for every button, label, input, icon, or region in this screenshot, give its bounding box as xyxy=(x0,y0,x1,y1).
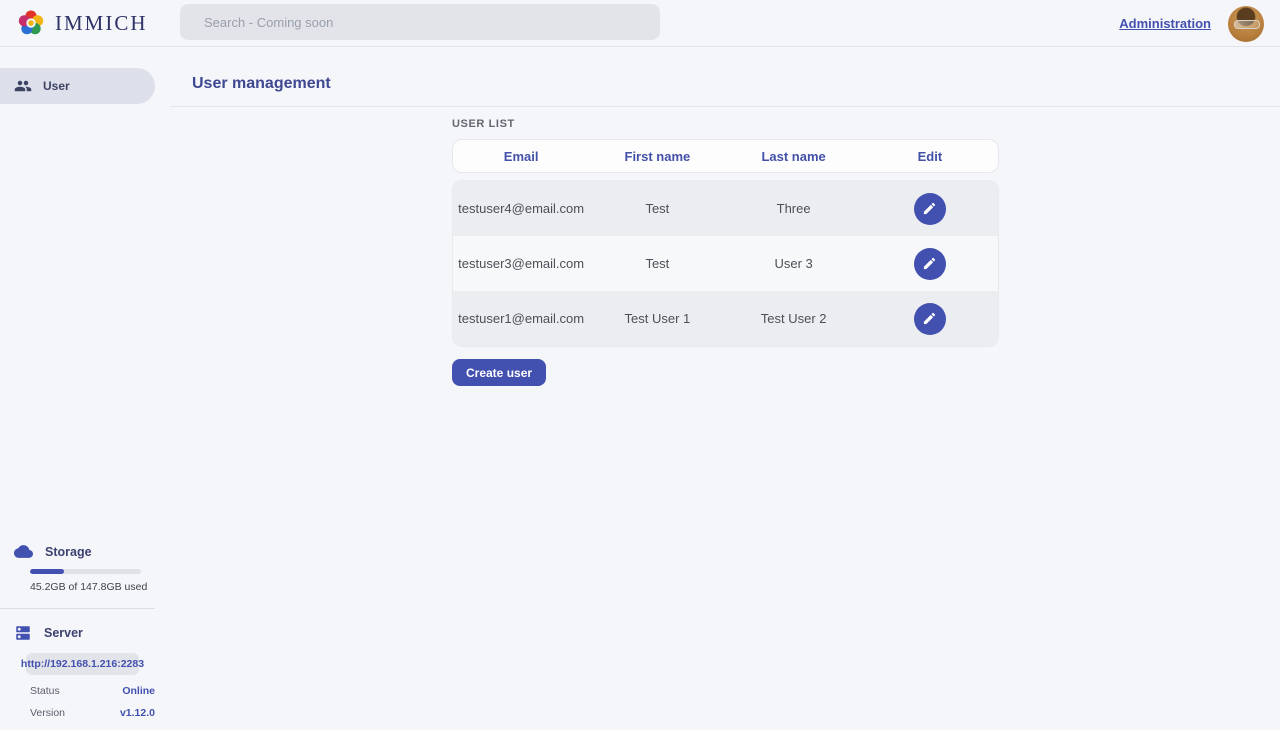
server-version-row: Version v1.12.0 xyxy=(30,707,155,719)
server-icon xyxy=(14,624,32,642)
column-header-email: Email xyxy=(453,149,589,164)
cell-last-name: User 3 xyxy=(726,256,862,271)
server-status-row: Status Online xyxy=(30,685,155,697)
sidebar-footer: Storage 45.2GB of 147.8GB used Server ht… xyxy=(0,542,170,719)
column-header-edit: Edit xyxy=(862,149,998,164)
edit-user-button[interactable] xyxy=(914,193,946,225)
pencil-icon xyxy=(922,201,937,216)
sidebar: User Storage 45.2GB of 147.8GB used Serv… xyxy=(0,47,170,730)
cell-last-name: Three xyxy=(726,201,862,216)
immich-flower-icon xyxy=(16,8,46,38)
title-divider xyxy=(170,106,1280,107)
create-user-button[interactable]: Create user xyxy=(452,359,546,386)
user-list-panel: USER LIST Email First name Last name Edi… xyxy=(452,118,999,386)
cell-last-name: Test User 2 xyxy=(726,311,862,326)
sidebar-item-user[interactable]: User xyxy=(0,68,155,104)
storage-progress-track xyxy=(30,569,141,574)
page-title: User management xyxy=(192,75,331,93)
administration-link[interactable]: Administration xyxy=(1119,16,1211,31)
edit-user-button[interactable] xyxy=(914,303,946,335)
storage-usage-text: 45.2GB of 147.8GB used xyxy=(30,581,170,593)
user-avatar[interactable] xyxy=(1228,6,1264,42)
pencil-icon xyxy=(922,256,937,271)
top-navbar: IMMICH Administration xyxy=(0,0,1280,47)
navbar-right: Administration xyxy=(1119,0,1264,47)
sidebar-divider xyxy=(0,608,155,609)
pencil-icon xyxy=(922,311,937,326)
table-row: testuser1@email.com Test User 1 Test Use… xyxy=(453,291,998,346)
immich-wordmark: IMMICH xyxy=(55,11,148,36)
table-row: testuser3@email.com Test User 3 xyxy=(453,236,998,291)
server-version-value: v1.12.0 xyxy=(120,707,155,719)
server-status-label: Status xyxy=(30,685,60,697)
main-content: User management USER LIST Email First na… xyxy=(170,47,1280,730)
search-input[interactable] xyxy=(180,4,660,40)
search-bar xyxy=(180,4,660,40)
table-row: testuser4@email.com Test Three xyxy=(453,181,998,236)
user-list-label: USER LIST xyxy=(452,118,999,130)
cell-email: testuser1@email.com xyxy=(453,311,589,326)
user-table-header: Email First name Last name Edit xyxy=(452,139,999,173)
storage-section-header: Storage xyxy=(0,542,170,561)
cell-first-name: Test xyxy=(589,256,725,271)
sidebar-item-user-label: User xyxy=(43,79,70,93)
users-group-icon xyxy=(14,77,32,95)
storage-progress-fill xyxy=(30,569,64,574)
column-header-last-name: Last name xyxy=(726,149,862,164)
cell-email: testuser4@email.com xyxy=(453,201,589,216)
edit-user-button[interactable] xyxy=(914,248,946,280)
cell-first-name: Test xyxy=(589,201,725,216)
server-status-value: Online xyxy=(122,685,155,697)
cell-email: testuser3@email.com xyxy=(453,256,589,271)
column-header-first-name: First name xyxy=(589,149,725,164)
user-table-body: testuser4@email.com Test Three testuser3… xyxy=(452,180,999,347)
server-section-header: Server xyxy=(0,624,170,642)
server-label: Server xyxy=(44,626,83,640)
server-version-label: Version xyxy=(30,707,65,719)
storage-label: Storage xyxy=(45,545,92,559)
cell-first-name: Test User 1 xyxy=(589,311,725,326)
cloud-icon xyxy=(14,542,33,561)
server-url-badge: http://192.168.1.216:2283 xyxy=(26,653,139,675)
immich-logo[interactable]: IMMICH xyxy=(0,8,148,38)
